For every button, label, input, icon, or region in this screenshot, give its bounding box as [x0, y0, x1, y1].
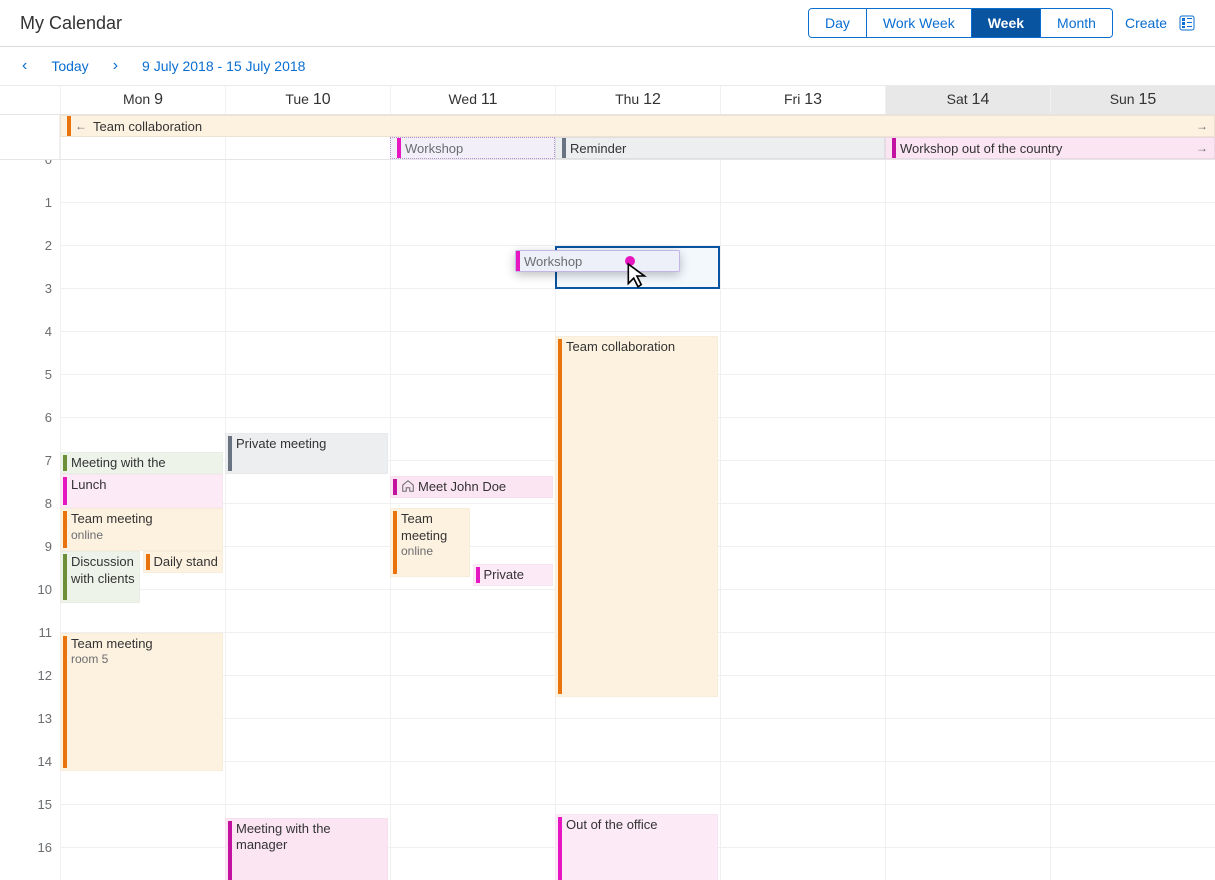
day-column[interactable] [720, 160, 885, 880]
hour-label: 10 [0, 582, 60, 625]
day-column[interactable] [885, 160, 1050, 880]
day-header[interactable]: Sat 14 [885, 86, 1050, 114]
allday-event[interactable]: ←Team collaboration→ [60, 115, 1215, 137]
day-header[interactable]: Wed 11 [390, 86, 555, 114]
legend-icon[interactable] [1179, 15, 1195, 31]
hour-label: 11 [0, 625, 60, 668]
calendar-event[interactable]: Meeting with the manager [225, 818, 388, 880]
day-column[interactable] [225, 160, 390, 880]
hour-label: 9 [0, 539, 60, 582]
time-axis-header [0, 86, 60, 114]
hour-label: 12 [0, 668, 60, 711]
page-title: My Calendar [20, 13, 122, 34]
day-header[interactable]: Mon 9 [60, 86, 225, 114]
hour-label: 2 [0, 238, 60, 281]
date-range-label: 9 July 2018 - 15 July 2018 [142, 58, 305, 74]
today-button[interactable]: Today [51, 58, 88, 74]
nav-row: ‹ Today › 9 July 2018 - 15 July 2018 [0, 47, 1215, 85]
calendar-event[interactable]: Team meetingonline [390, 508, 470, 577]
all-day-zone: ←Team collaboration→ WorkshopReminderWor… [0, 115, 1215, 160]
allday-event[interactable]: Reminder [555, 137, 885, 159]
header-bar: My Calendar DayWork WeekWeekMonth Create [0, 0, 1215, 47]
drag-ghost-event[interactable]: Workshop [515, 250, 680, 272]
create-button[interactable]: Create [1125, 15, 1167, 31]
calendar-event[interactable]: Team collaboration [555, 336, 718, 697]
hour-label: 16 [0, 840, 60, 880]
next-arrow-icon[interactable]: › [113, 57, 118, 75]
time-axis: 012345678910111213141516 [0, 160, 60, 880]
calendar-event[interactable]: Discussion with clients [60, 551, 140, 603]
hour-label: 7 [0, 453, 60, 496]
calendar-grid: Mon 9Tue 10Wed 11Thu 12Fri 13Sat 14Sun 1… [0, 85, 1215, 880]
grid-body: 012345678910111213141516 WorkshopMeeting… [0, 160, 1215, 880]
hour-label: 1 [0, 195, 60, 238]
calendar-event[interactable]: Team meetingonline [60, 508, 223, 551]
calendar-event[interactable]: Meet John Doe [390, 476, 553, 498]
day-header-row: Mon 9Tue 10Wed 11Thu 12Fri 13Sat 14Sun 1… [0, 86, 1215, 115]
grid-columns[interactable]: WorkshopMeeting with the managerLunchTea… [60, 160, 1215, 880]
view-month[interactable]: Month [1041, 9, 1112, 37]
calendar-event[interactable]: Daily stand [143, 551, 223, 573]
day-header[interactable]: Tue 10 [225, 86, 390, 114]
calendar-event[interactable]: Lunch [60, 474, 223, 508]
header-actions: DayWork WeekWeekMonth Create [808, 8, 1195, 38]
allday-event[interactable]: Workshop out of the country→ [885, 137, 1215, 159]
day-header[interactable]: Fri 13 [720, 86, 885, 114]
calendar-event[interactable]: Private meeting [225, 433, 388, 474]
view-week[interactable]: Week [972, 9, 1041, 37]
day-column[interactable] [1050, 160, 1215, 880]
calendar-event[interactable]: Private mee [473, 564, 553, 586]
prev-arrow-icon[interactable]: ‹ [22, 57, 27, 75]
hour-label: 5 [0, 367, 60, 410]
hour-label: 0 [0, 160, 60, 195]
hour-label: 13 [0, 711, 60, 754]
calendar-event[interactable]: Team meetingroom 5 [60, 633, 223, 771]
calendar-event[interactable]: Out of the office [555, 814, 718, 880]
hour-label: 15 [0, 797, 60, 840]
allday-event-workshop[interactable]: Workshop [390, 137, 555, 159]
view-work-week[interactable]: Work Week [867, 9, 972, 37]
hour-label: 8 [0, 496, 60, 539]
view-toggle: DayWork WeekWeekMonth [808, 8, 1113, 38]
calendar-event[interactable]: Meeting with the manager [60, 452, 223, 474]
hour-label: 6 [0, 410, 60, 453]
hour-label: 4 [0, 324, 60, 367]
hour-label: 14 [0, 754, 60, 797]
view-day[interactable]: Day [809, 9, 867, 37]
hour-label: 3 [0, 281, 60, 324]
day-header[interactable]: Thu 12 [555, 86, 720, 114]
day-header[interactable]: Sun 15 [1050, 86, 1215, 114]
